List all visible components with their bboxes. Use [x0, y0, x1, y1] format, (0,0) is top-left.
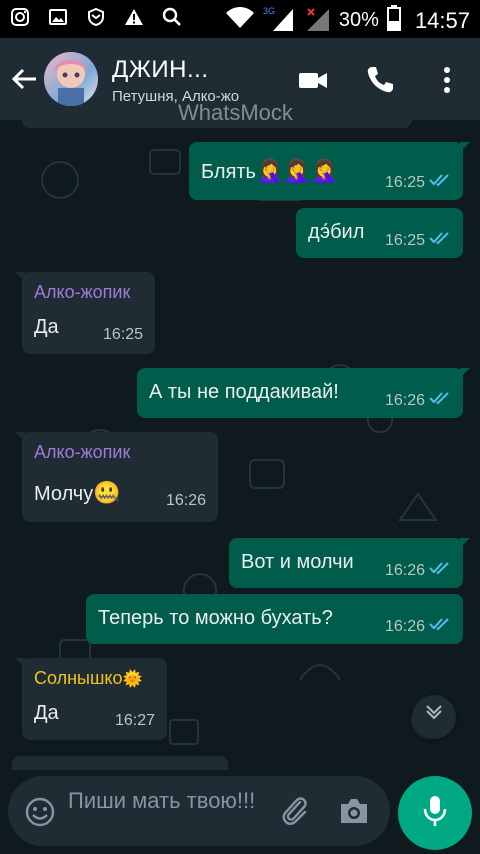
- message-text: А ты не поддакивай!: [149, 381, 339, 403]
- message-time: 16:25: [384, 231, 425, 249]
- message-bubble-outgoing[interactable]: Блять🤦‍♀️🤦‍♀️🤦‍♀️ 16:25: [189, 142, 470, 200]
- watermark: WhatsMock: [178, 100, 293, 125]
- double-check-icon: [429, 231, 451, 250]
- sender-name: Алко-жопик: [34, 442, 131, 462]
- chat-screen: 3G 30% 14:57 ДЖИН... Петушня, Алко-жо Бл…: [0, 0, 480, 854]
- video-call-icon[interactable]: [298, 65, 328, 95]
- message-bubble-incoming[interactable]: Алко-жопик Да 16:25: [15, 272, 155, 354]
- message-bubble-outgoing[interactable]: дэ́бил 16:25: [296, 208, 463, 258]
- battery-percent: 30%: [338, 9, 379, 31]
- message-time: 16:26: [165, 492, 206, 509]
- message-text: Молчу: [34, 483, 94, 505]
- message-time: 16:25: [384, 173, 425, 191]
- composer-bar: Пиши мать твою!!!: [0, 770, 480, 854]
- voice-record-button[interactable]: [398, 776, 472, 850]
- paperclip-icon[interactable]: [278, 794, 312, 833]
- sender-name: Солнышко: [34, 668, 123, 688]
- signal-icon: 3G: [263, 5, 297, 36]
- chevron-down-icon: [423, 704, 445, 731]
- phone-icon[interactable]: [365, 65, 395, 95]
- message-text: Теперь то можно бухать?: [98, 607, 333, 629]
- search-icon: [162, 7, 182, 32]
- message-bubble-incoming[interactable]: Солнышко🌞 Да 16:27: [15, 658, 167, 740]
- message-list[interactable]: Блять🤦‍♀️🤦‍♀️🤦‍♀️ 16:25 дэ́бил 16:25 Алк…: [0, 120, 480, 770]
- status-time: 14:57: [414, 7, 470, 33]
- emoji-icon[interactable]: [24, 796, 56, 833]
- message-time: 16:26: [384, 391, 425, 409]
- gallery-icon: [48, 7, 68, 32]
- double-check-icon: [429, 561, 451, 580]
- message-time: 16:25: [102, 326, 143, 343]
- message-bubble-incoming[interactable]: Алко-жопик Молчу🤐 16:26: [15, 432, 218, 522]
- sun-emoji: 🌞: [122, 671, 143, 688]
- chat-title[interactable]: ДЖИН...: [112, 56, 209, 84]
- message-time: 16:26: [384, 561, 425, 579]
- status-bar: 3G 30% 14:57: [0, 0, 480, 38]
- group-avatar[interactable]: [44, 52, 98, 106]
- zipper-mouth-emoji: 🤐: [93, 480, 121, 505]
- message-bubble-outgoing[interactable]: Вот и молчи 16:26: [229, 538, 470, 588]
- message-bubble-outgoing[interactable]: Теперь то можно бухать? 16:26: [86, 594, 463, 644]
- camera-icon[interactable]: [338, 796, 370, 831]
- microphone-icon: [421, 794, 449, 833]
- message-text: дэ́бил: [308, 221, 365, 243]
- message-input-placeholder[interactable]: Пиши мать твою!!!: [68, 786, 278, 816]
- message-time: 16:27: [114, 712, 155, 729]
- instagram-icon: [10, 7, 30, 32]
- facepalm-emoji: 🤦‍♀️🤦‍♀️🤦‍♀️: [255, 158, 339, 183]
- message-text: Вот и молчи: [241, 551, 354, 573]
- scroll-to-bottom-button[interactable]: [412, 695, 456, 739]
- back-arrow-icon[interactable]: [10, 65, 38, 93]
- message-text: Блять: [201, 161, 256, 183]
- message-input[interactable]: Пиши мать твою!!!: [8, 776, 390, 846]
- message-text: Да: [34, 702, 59, 724]
- message-bubble-partial[interactable]: [12, 756, 228, 770]
- more-vert-icon[interactable]: [432, 65, 462, 95]
- message-time: 16:26: [384, 617, 425, 635]
- svg-text:3G: 3G: [263, 6, 275, 16]
- message-bubble-outgoing[interactable]: А ты не поддакивай! 16:26: [137, 368, 470, 418]
- sender-name: Алко-жопик: [34, 282, 131, 302]
- double-check-icon: [429, 391, 451, 410]
- shield-icon: [86, 7, 106, 32]
- signal-off-icon: [305, 5, 331, 36]
- wifi-icon: [225, 6, 255, 35]
- battery-icon: [386, 5, 401, 36]
- warning-icon: [124, 7, 144, 32]
- double-check-icon: [429, 617, 451, 636]
- message-text: Да: [34, 316, 59, 338]
- double-check-icon: [429, 173, 451, 192]
